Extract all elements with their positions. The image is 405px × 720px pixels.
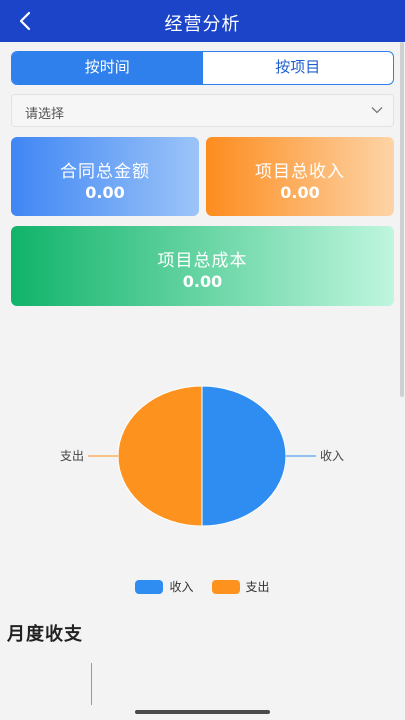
app-header: 经营分析 <box>0 0 405 42</box>
chart-axis-line <box>91 663 92 705</box>
pie-slice-income[interactable] <box>201 385 287 527</box>
income-total-label: 项目总收入 <box>255 162 345 182</box>
pie-label-income: 收入 <box>320 449 344 463</box>
legend-item-expense[interactable]: 支出 <box>211 578 270 595</box>
pie-chart: 收入 支出 <box>0 340 405 580</box>
tab-by-project[interactable]: 按项目 <box>203 52 394 84</box>
monthly-section-title: 月度收支 <box>7 624 83 645</box>
contract-total-label: 合同总金额 <box>60 162 150 182</box>
income-total-card: 项目总收入 0.00 <box>206 137 394 216</box>
page-title: 经营分析 <box>164 14 241 35</box>
contract-total-card: 合同总金额 0.00 <box>11 137 199 216</box>
tab-by-time[interactable]: 按时间 <box>12 52 203 84</box>
legend-item-income[interactable]: 收入 <box>135 578 194 595</box>
legend-swatch-expense <box>211 579 240 594</box>
cost-total-card: 项目总成本 0.00 <box>11 226 394 306</box>
pie-label-expense: 支出 <box>60 449 84 463</box>
legend-label-expense: 支出 <box>245 580 270 594</box>
filter-select[interactable]: 请选择 <box>11 94 394 127</box>
select-placeholder: 请选择 <box>25 107 65 122</box>
legend-swatch-income <box>135 579 164 594</box>
legend-label-income: 收入 <box>169 580 194 594</box>
pie-slice-expense[interactable] <box>117 385 203 527</box>
cost-total-value: 0.00 <box>182 272 223 291</box>
chart-legend: 收入 支出 <box>0 578 405 595</box>
home-indicator[interactable] <box>135 710 270 714</box>
income-total-value: 0.00 <box>280 183 320 202</box>
contract-total-value: 0.00 <box>85 183 125 202</box>
view-mode-tabs: 按时间 按项目 <box>11 51 394 85</box>
cost-total-label: 项目总成本 <box>157 251 248 271</box>
chevron-down-icon <box>371 107 383 114</box>
